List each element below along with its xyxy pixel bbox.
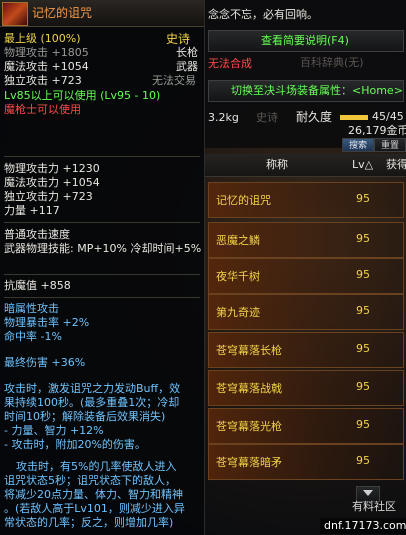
final-damage-line: 最终伤害 +36%: [4, 356, 86, 369]
view-summary-label: 查看简要说明(F4): [261, 34, 349, 47]
item-name: 记忆的诅咒: [216, 194, 271, 207]
list-item[interactable]: 第九奇迹 95: [204, 292, 406, 330]
item-level: 95: [356, 268, 370, 281]
grade-label: 史诗: [166, 32, 191, 46]
encyclopedia-faded-text: 百科辞典(无): [300, 56, 364, 69]
attack-line: 独立攻击力 +723: [4, 190, 93, 203]
panel-info-area: 念念不忘，必有回响。 查看简要说明(F4) 无法合成 百科辞典(无) 切换至决斗…: [204, 0, 406, 152]
game-screen: 念念不忘，必有回响。 查看简要说明(F4) 无法合成 百科辞典(无) 切换至决斗…: [0, 0, 406, 535]
item-level: 95: [356, 304, 370, 317]
effect-line: 时间10秒；解除装备后效果消失): [4, 410, 166, 423]
item-flavor-text: 念念不忘，必有回响。: [208, 8, 318, 21]
item-name: 苍穹幕落战戟: [216, 382, 282, 395]
reset-label: 重置: [381, 141, 400, 151]
item-name: 夜华千树: [216, 270, 260, 283]
item-level: 95: [356, 192, 370, 205]
durability-bar: [340, 115, 368, 120]
list-item[interactable]: 恶魔之鳞 95: [204, 220, 406, 258]
stat-line: 魔法攻击 +1054: [4, 60, 89, 73]
item-level: 95: [356, 418, 370, 431]
item-name: 记忆的诅咒: [32, 6, 93, 20]
stat-line: 物理攻击 +1805: [4, 46, 89, 59]
effect-line: 。(若敌人高于Lv101，则减少进入异: [4, 502, 185, 515]
durability-label: 耐久度: [296, 110, 333, 124]
attack-speed-line: 普通攻击速度: [4, 228, 70, 241]
effect-line: - 攻击时，附加20%的伤害。: [4, 438, 146, 451]
weight-value: 3.2kg: [208, 111, 239, 124]
col-level-header[interactable]: Lv△: [352, 158, 373, 172]
list-item[interactable]: 苍穹幕落暗矛 95: [204, 442, 406, 480]
price-value: 26,179金币: [348, 124, 406, 137]
dark-attack-line: 暗属性攻击: [4, 302, 59, 315]
item-icon: [2, 2, 28, 26]
weapon-type: 长枪: [176, 46, 198, 59]
hit-rate-line: 命中率 -1%: [4, 330, 62, 343]
divider: [4, 222, 200, 223]
list-item[interactable]: 苍穹幕落长枪 95: [204, 330, 406, 368]
chevron-down-icon: [363, 490, 373, 496]
effect-line: 将减少20点力量、体力、智力和精神: [4, 488, 183, 501]
attack-line: 力量 +117: [4, 204, 60, 217]
item-name: 第九奇迹: [216, 306, 260, 319]
divider: [4, 156, 200, 157]
item-name: 苍穹幕落光枪: [216, 420, 282, 433]
attack-line: 魔法攻击力 +1054: [4, 176, 100, 189]
switch-pvp-attr-button[interactable]: 切换至决斗场装备属性：<Home>: [208, 80, 404, 102]
site-watermark: 有料社区: [352, 500, 396, 513]
switch-pvp-attr-label: 切换至决斗场装备属性：<Home>: [231, 84, 403, 97]
effect-line: 攻击时，激发诅咒之力发动Buff，效: [4, 382, 181, 395]
effect-line: 攻击时，有5%的几率使敌人进入: [16, 460, 177, 473]
url-watermark-box: dnf.17173.com: [320, 518, 406, 534]
class-requirement: 魔枪士可以使用: [4, 103, 81, 116]
search-button[interactable]: 搜索: [342, 138, 374, 152]
item-name: 恶魔之鳞: [216, 234, 260, 247]
grade-faded: 史诗: [256, 111, 278, 124]
phys-crit-line: 物理暴击率 +2%: [4, 316, 90, 329]
col-obtain-header[interactable]: 获得: [386, 158, 406, 172]
effect-line: 果持续100秒。(最多重叠1次；冷却: [4, 396, 180, 409]
item-name: 苍穹幕落暗矛: [216, 456, 282, 469]
item-category: 武器: [176, 60, 198, 73]
weapon-skill-line: 武器物理技能: MP+10% 冷却时间+5%: [4, 242, 202, 255]
effect-line: 常状态的几率；反之，则增加几率): [4, 516, 174, 529]
item-tooltip: 记忆的诅咒 最上级 (100%) 史诗 物理攻击 +1805 长枪 魔法攻击 +…: [0, 0, 205, 535]
item-name: 苍穹幕落长枪: [216, 344, 282, 357]
list-item[interactable]: 苍穹幕落光枪 95: [204, 406, 406, 444]
effect-line: 诅咒状态5秒；诅咒状态下的敌人，: [4, 474, 176, 487]
list-item[interactable]: 苍穹幕落战戟 95: [204, 368, 406, 406]
effect-line: - 力量、智力 +12%: [4, 424, 104, 437]
col-name-header[interactable]: 称称: [266, 158, 288, 172]
item-level: 95: [356, 454, 370, 467]
reset-button[interactable]: 重置: [374, 138, 406, 152]
stat-line: 独立攻击 +723: [4, 74, 82, 87]
attack-line: 物理攻击力 +1230: [4, 162, 100, 175]
table-header: 称称 Lv△ 获得: [204, 154, 406, 177]
durability-value: 45/45: [372, 110, 404, 123]
level-requirement: Lv85以上可以使用 (Lv95 - 10): [4, 89, 161, 102]
grade-quality: 最上级 (100%): [4, 32, 81, 45]
item-level: 95: [356, 232, 370, 245]
item-encyclopedia-panel: 念念不忘，必有回响。 查看简要说明(F4) 无法合成 百科辞典(无) 切换至决斗…: [204, 0, 406, 535]
tooltip-header: 记忆的诅咒: [0, 0, 204, 27]
item-level: 95: [356, 380, 370, 393]
divider: [4, 297, 200, 298]
view-summary-button[interactable]: 查看简要说明(F4): [208, 30, 404, 52]
trade-status: 无法交易: [152, 74, 196, 87]
list-item[interactable]: 记忆的诅咒 95: [204, 180, 406, 218]
cannot-combine-text: 无法合成: [208, 57, 252, 70]
anti-demon-value: 抗魔值 +858: [4, 279, 71, 292]
search-label: 搜索: [349, 141, 368, 151]
item-level: 95: [356, 342, 370, 355]
list-item[interactable]: 夜华千树 95: [204, 256, 406, 294]
url-watermark: dnf.17173.com: [324, 519, 406, 532]
divider: [4, 274, 200, 275]
